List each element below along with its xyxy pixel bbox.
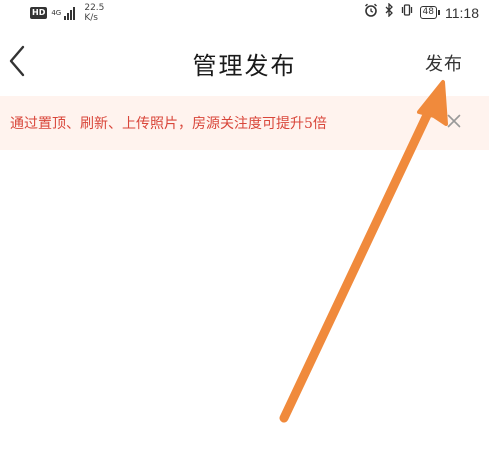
speed-unit: K/s <box>84 13 98 23</box>
alarm-icon <box>364 3 378 22</box>
signal-icon <box>64 6 76 20</box>
status-bar-right: 48 11:18 <box>364 2 479 22</box>
vibrate-icon <box>400 3 414 22</box>
speed-value: 22.5 <box>84 3 105 13</box>
battery-level: 48 <box>422 7 434 17</box>
banner-close-button[interactable] <box>445 112 463 130</box>
publish-button[interactable]: 发布 <box>425 50 463 76</box>
network-type: 4G <box>51 9 62 17</box>
status-time: 11:18 <box>445 4 479 21</box>
close-icon <box>447 114 461 128</box>
battery-icon: 48 <box>419 6 441 19</box>
network-speed: 22.5 K/s <box>84 3 104 23</box>
status-bar: HD 4G 22.5 K/s 48 11:18 <box>0 0 489 26</box>
hd-badge: HD <box>30 7 48 19</box>
promo-banner: 通过置顶、刷新、上传照片，房源关注度可提升5倍 <box>0 96 489 150</box>
banner-text: 通过置顶、刷新、上传照片，房源关注度可提升5倍 <box>10 116 327 132</box>
status-bar-left: HD 4G 22.5 K/s <box>30 3 104 23</box>
screen: HD 4G 22.5 K/s 48 11:18 管理发布 发布 通过置顶、刷新、… <box>0 0 489 457</box>
bluetooth-icon <box>384 2 394 22</box>
page-title: 管理发布 <box>192 52 297 80</box>
nav-bar: 管理发布 发布 <box>0 30 489 92</box>
